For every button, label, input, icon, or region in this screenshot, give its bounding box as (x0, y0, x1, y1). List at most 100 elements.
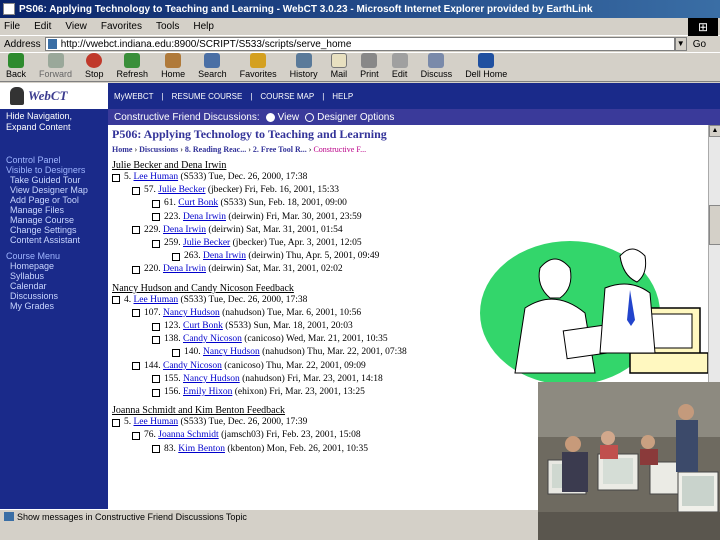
message-checkbox[interactable] (152, 200, 160, 208)
history-button[interactable]: History (290, 53, 318, 81)
message-checkbox[interactable] (112, 173, 120, 182)
message-checkbox[interactable] (152, 239, 160, 248)
menu-view[interactable]: View (65, 21, 87, 32)
menu-favorites[interactable]: Favorites (101, 21, 142, 32)
back-button[interactable]: Back (6, 53, 26, 81)
nav-help[interactable]: HELP (332, 92, 353, 101)
message-checkbox[interactable] (112, 296, 120, 305)
status-page-icon (4, 512, 14, 521)
sidebar-item-my-grades[interactable]: My Grades (6, 301, 102, 311)
dell-home-button[interactable]: Dell Home (465, 53, 507, 81)
webct-logo[interactable]: WebCT (0, 83, 108, 109)
message-checkbox[interactable] (172, 252, 180, 261)
message-author-link[interactable]: Dena Irwin (183, 211, 226, 224)
page-icon (47, 39, 57, 49)
designer-options-radio[interactable] (305, 112, 315, 122)
home-button[interactable]: Home (161, 53, 185, 81)
scroll-up-icon[interactable]: ▲ (709, 125, 720, 137)
message-author-link[interactable]: Dena Irwin (163, 263, 206, 276)
sidebar-item-homepage[interactable]: Homepage (6, 261, 102, 271)
message-author-link[interactable]: Emily Hixon (183, 386, 232, 399)
message-checkbox[interactable] (132, 309, 140, 318)
message-row: 229. Dena Irwin (deirwin) Sat, Mar. 31, … (112, 224, 708, 237)
sidebar-item-manage-files[interactable]: Manage Files (6, 205, 102, 215)
message-number: 138. (164, 334, 181, 345)
sidebar-item-change-settings[interactable]: Change Settings (6, 225, 102, 235)
sidebar-item-syllabus[interactable]: Syllabus (6, 271, 102, 281)
message-number: 220. (144, 264, 161, 275)
hide-navigation-link[interactable]: Hide Navigation, Expand Content (6, 111, 102, 133)
message-checkbox[interactable] (152, 322, 160, 331)
message-author-link[interactable]: Joanna Schmidt (158, 429, 218, 442)
message-checkbox[interactable] (132, 266, 140, 275)
forward-button[interactable]: Forward (39, 53, 72, 81)
mail-button[interactable]: Mail (331, 53, 347, 81)
stop-button[interactable]: Stop (85, 53, 104, 81)
message-author-link[interactable]: Dena Irwin (163, 224, 206, 237)
nav-course-map[interactable]: COURSE MAP (260, 92, 314, 101)
message-author-link[interactable]: Candy Nicoson (163, 360, 222, 373)
breadcrumb-home[interactable]: Home (112, 145, 132, 154)
message-author-link[interactable]: Julie Becker (158, 184, 205, 197)
message-author-link[interactable]: Candy Nicoson (183, 333, 242, 346)
message-checkbox[interactable] (172, 349, 180, 358)
discuss-button[interactable]: Discuss (421, 53, 452, 81)
sidebar-item-manage-course[interactable]: Manage Course (6, 215, 102, 225)
sidebar-item-add-page[interactable]: Add Page or Tool (6, 195, 102, 205)
message-meta: (jamsch03) Fri, Feb. 23, 2001, 15:08 (221, 430, 361, 441)
address-dropdown-icon[interactable]: ▼ (674, 37, 687, 51)
address-input[interactable]: http://vwebct.indiana.edu:8900/SCRIPT/S5… (44, 37, 675, 51)
message-author-link[interactable]: Nancy Hudson (163, 307, 220, 320)
message-author-link[interactable]: Nancy Hudson (203, 346, 260, 359)
message-checkbox[interactable] (112, 418, 120, 427)
breadcrumb-reading[interactable]: 8. Reading Reac... (185, 145, 246, 154)
message-checkbox[interactable] (132, 362, 140, 371)
message-checkbox[interactable] (152, 388, 160, 397)
menu-file[interactable]: File (4, 21, 20, 32)
scroll-thumb[interactable] (709, 205, 720, 245)
print-button[interactable]: Print (360, 53, 379, 81)
menu-tools[interactable]: Tools (156, 21, 179, 32)
nav-mywebct[interactable]: MyWEBCT (114, 92, 154, 101)
message-number: 223. (164, 211, 181, 222)
message-author-link[interactable]: Curt Bonk (183, 320, 223, 333)
favorites-button[interactable]: Favorites (240, 53, 277, 81)
message-checkbox[interactable] (152, 375, 160, 384)
message-author-link[interactable]: Lee Human (134, 416, 179, 429)
address-bar: Address http://vwebct.indiana.edu:8900/S… (0, 36, 720, 52)
message-row: 5. Lee Human (S533) Tue, Dec. 26, 2000, … (112, 171, 708, 184)
sidebar-item-content-assistant[interactable]: Content Assistant (6, 235, 102, 245)
sidebar-item-discussions[interactable]: Discussions (6, 291, 102, 301)
sidebar-item-calendar[interactable]: Calendar (6, 281, 102, 291)
message-checkbox[interactable] (132, 186, 140, 195)
view-radio[interactable] (265, 112, 275, 122)
message-checkbox[interactable] (152, 445, 160, 454)
breadcrumb-free-tool[interactable]: 2. Free Tool R... (253, 145, 307, 154)
sidebar-item-guided-tour[interactable]: Take Guided Tour (6, 175, 102, 185)
edit-button[interactable]: Edit (391, 53, 408, 81)
message-author-link[interactable]: Kim Benton (178, 443, 225, 456)
message-checkbox[interactable] (132, 226, 140, 235)
classroom-photo-image (538, 382, 720, 540)
message-author-link[interactable]: Curt Bonk (178, 197, 218, 210)
message-author-link[interactable]: Lee Human (134, 171, 179, 184)
message-row: 223. Dena Irwin (deirwin) Fri, Mar. 30, … (112, 211, 708, 224)
thread-group-title: Julie Becker and Dena Irwin (112, 160, 227, 171)
message-checkbox[interactable] (132, 432, 140, 441)
refresh-button[interactable]: Refresh (117, 53, 148, 81)
search-button[interactable]: Search (198, 53, 227, 81)
nav-resume-course[interactable]: RESUME COURSE (172, 92, 243, 101)
message-author-link[interactable]: Dena Irwin (203, 250, 246, 263)
message-checkbox[interactable] (152, 213, 160, 222)
message-checkbox[interactable] (152, 335, 160, 344)
sidebar-item-designer-map[interactable]: View Designer Map (6, 185, 102, 195)
go-button[interactable]: Go (693, 39, 706, 50)
breadcrumb-discussions[interactable]: Discussions (139, 145, 178, 154)
menu-help[interactable]: Help (193, 21, 214, 32)
message-author-link[interactable]: Nancy Hudson (183, 373, 240, 386)
menu-edit[interactable]: Edit (34, 21, 51, 32)
message-number: 140. (184, 347, 201, 358)
message-author-link[interactable]: Julie Becker (183, 237, 230, 250)
status-bar: Show messages in Constructive Friend Dis… (0, 509, 538, 523)
message-author-link[interactable]: Lee Human (134, 294, 179, 307)
